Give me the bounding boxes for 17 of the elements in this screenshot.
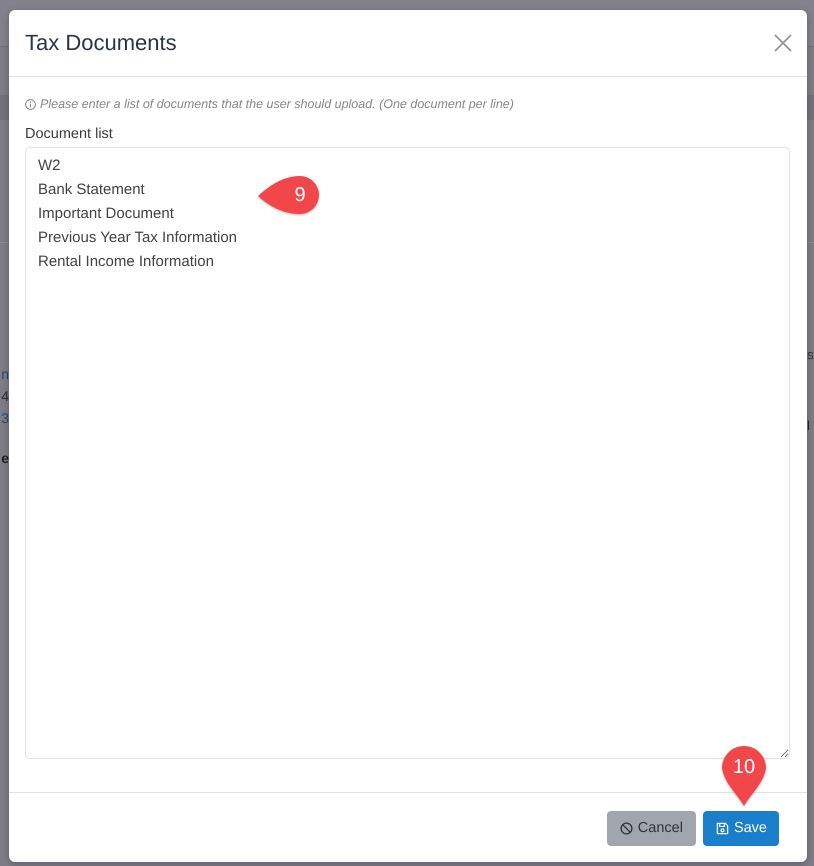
callout-marker: 10 — [722, 745, 766, 806]
background-text-fragment: e — [1, 449, 9, 468]
ban-icon — [620, 822, 633, 835]
cancel-button[interactable]: Cancel — [606, 811, 696, 846]
background-text-fragment: n — [1, 365, 9, 384]
close-button[interactable] — [774, 34, 792, 52]
callout-marker: 9 — [258, 176, 320, 214]
field-label: Document list — [25, 125, 114, 144]
save-button[interactable]: Save — [702, 811, 779, 846]
background-text-fragment: S — [807, 350, 814, 364]
close-icon — [774, 34, 792, 52]
info-icon — [25, 98, 36, 110]
modal-title: Tax Documents — [25, 30, 177, 56]
hint-text: Please enter a list of documents that the user should upload. (One document per line) — [40, 96, 514, 113]
background-text-fragment: 4 — [1, 387, 9, 406]
background-text-fragment: l — [807, 418, 810, 434]
background-text-fragment: 3 — [1, 409, 9, 428]
